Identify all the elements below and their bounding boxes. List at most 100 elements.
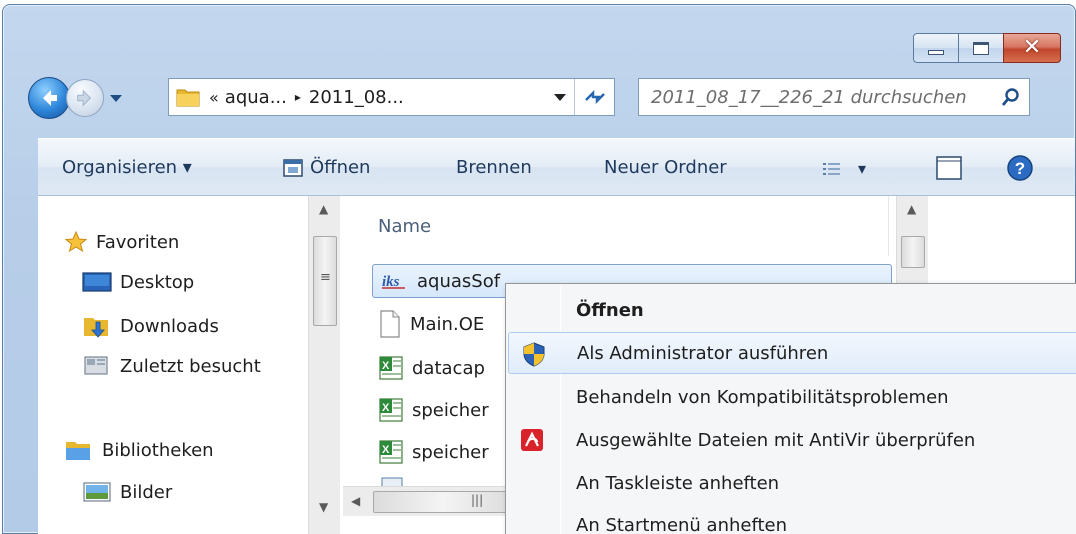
refresh-icon [584,89,605,105]
nav-pictures-label: Bilder [120,481,173,503]
folder-icon [176,89,200,107]
svg-text:X: X [382,402,390,414]
menu-item-run-as-admin[interactable]: Als Administrator ausführen [508,332,1076,374]
file-row-datacap[interactable]: X datacap [378,351,485,385]
menu-item-label: Öffnen [576,299,644,321]
thumb-grip-icon: ||| [471,493,484,507]
close-icon: ✕ [1022,35,1042,60]
help-button[interactable]: ? [1006,154,1034,182]
thumb-grip-icon: ≡ [320,270,331,285]
pictures-library-icon [83,482,111,502]
nav-libraries[interactable]: Bibliotheken [64,438,214,462]
menu-item-pin-to-start[interactable]: An Startmenü anheften [508,504,1076,534]
menu-item-label: An Startmenü anheften [576,514,788,534]
excel-icon: X [379,398,403,422]
address-bar[interactable]: « aqua... ▸ 2011_08... [168,78,615,116]
address-segment-parent[interactable]: aqua... [225,87,287,108]
navigation-buttons [28,76,122,120]
preview-pane-icon [936,156,962,180]
nav-pictures[interactable]: Bilder [82,480,172,504]
forward-button[interactable] [66,79,104,117]
address-segment-current[interactable]: 2011_08... [309,87,404,108]
open-button[interactable]: Öffnen [282,157,370,178]
document-icon [380,310,400,338]
scroll-up-arrow-icon[interactable]: ▲ [907,202,916,216]
file-row-speicher-2[interactable]: X speicher [378,435,489,469]
menu-item-pin-to-taskbar[interactable]: An Taskleiste anheften [508,462,1076,504]
scrollbar-thumb[interactable] [901,236,925,268]
navigation-pane: Favoriten Desktop Downloads Zuletzt besu… [38,196,340,534]
svg-text:?: ? [1015,159,1025,178]
excel-icon: X [379,356,403,380]
preview-pane-button[interactable] [936,156,962,180]
menu-item-troubleshoot-compatibility[interactable]: Behandeln von Kompatibilitätsproblemen [508,376,1076,418]
svg-text:X: X [382,444,390,456]
file-row-speicher-1[interactable]: X speicher [378,393,489,427]
search-placeholder: 2011_08_17__226_21 durchsuchen [651,86,967,108]
file-name: Main.OE [410,313,485,335]
back-arrow-icon [43,90,57,106]
minimize-button[interactable] [913,33,959,63]
file-name: speicher [412,441,489,463]
nav-desktop-label: Desktop [120,271,195,293]
nav-downloads[interactable]: Downloads [82,313,219,339]
menu-item-antivir-scan[interactable]: Ausgewählte Dateien mit AntiVir überprüf… [508,419,1076,461]
help-icon: ? [1007,155,1033,181]
desktop-icon [82,272,112,292]
view-options-arrow[interactable]: ▾ [858,159,866,178]
address-overflow-chevron[interactable]: « [209,88,219,107]
scroll-left-arrow-icon[interactable]: ◀ [351,494,360,508]
uac-shield-icon [523,342,545,367]
close-button[interactable]: ✕ [1003,33,1061,63]
navigation-pane-scrollbar[interactable]: ▲ ≡ ▼ [308,196,340,534]
file-name: speicher [412,399,489,421]
details-view-icon [823,162,840,175]
context-menu: Öffnen Als Administrator ausführen Behan… [505,283,1076,534]
menu-item-label: An Taskleiste anheften [576,472,780,494]
maximize-button[interactable] [958,33,1004,63]
antivir-icon [521,429,543,451]
menu-item-label: Ausgewählte Dateien mit AntiVir überprüf… [576,429,976,451]
horizontal-scrollbar[interactable]: ◀ ||| [343,486,513,516]
back-button[interactable] [28,77,70,119]
scroll-up-arrow-icon[interactable]: ▲ [319,202,328,216]
downloads-folder-icon [84,318,108,338]
refresh-button[interactable] [574,79,614,115]
open-window-icon [283,158,303,177]
nav-recent-places[interactable]: Zuletzt besucht [82,353,261,379]
file-row-main[interactable]: Main.OE [378,307,484,341]
recent-pages-dropdown[interactable] [110,94,122,102]
menu-item-label: Behandeln von Kompatibilitätsproblemen [576,386,949,408]
column-header-name[interactable]: Name [378,216,431,237]
organize-button[interactable]: Organisieren ▾ [62,157,192,178]
scroll-down-arrow-icon[interactable]: ▼ [319,500,328,514]
command-bar: Organisieren ▾ Öffnen Brennen Neuer Ordn… [38,138,1075,196]
search-icon[interactable] [1001,87,1021,107]
file-name: aquasSof [417,270,501,292]
recent-places-icon [84,356,108,375]
open-label: Öffnen [310,157,371,178]
excel-icon: X [379,440,403,464]
nav-favorites[interactable]: Favoriten [64,230,179,254]
forward-arrow-icon [77,89,92,107]
change-view-button[interactable]: ▾ [822,159,866,178]
minimize-icon [928,49,944,55]
menu-item-open[interactable]: Öffnen [508,289,1076,331]
burn-button[interactable]: Brennen [456,157,532,178]
nav-recent-places-label: Zuletzt besucht [120,355,261,377]
search-input[interactable]: 2011_08_17__226_21 durchsuchen [638,78,1030,116]
horizontal-scrollbar-thumb[interactable] [373,491,513,513]
partial-file-icon [380,476,404,486]
new-folder-label: Neuer Ordner [604,157,727,178]
maximize-icon [973,41,989,55]
nav-favorites-label: Favoriten [96,231,180,253]
new-folder-button[interactable]: Neuer Ordner [604,157,727,178]
nav-desktop[interactable]: Desktop [82,271,194,293]
column-divider [888,196,889,256]
nav-downloads-label: Downloads [120,315,219,337]
nav-libraries-label: Bibliotheken [102,439,214,461]
address-separator[interactable]: ▸ [295,90,301,104]
file-name: datacap [412,357,485,379]
burn-label: Brennen [456,157,532,178]
address-history-dropdown[interactable] [554,94,566,101]
